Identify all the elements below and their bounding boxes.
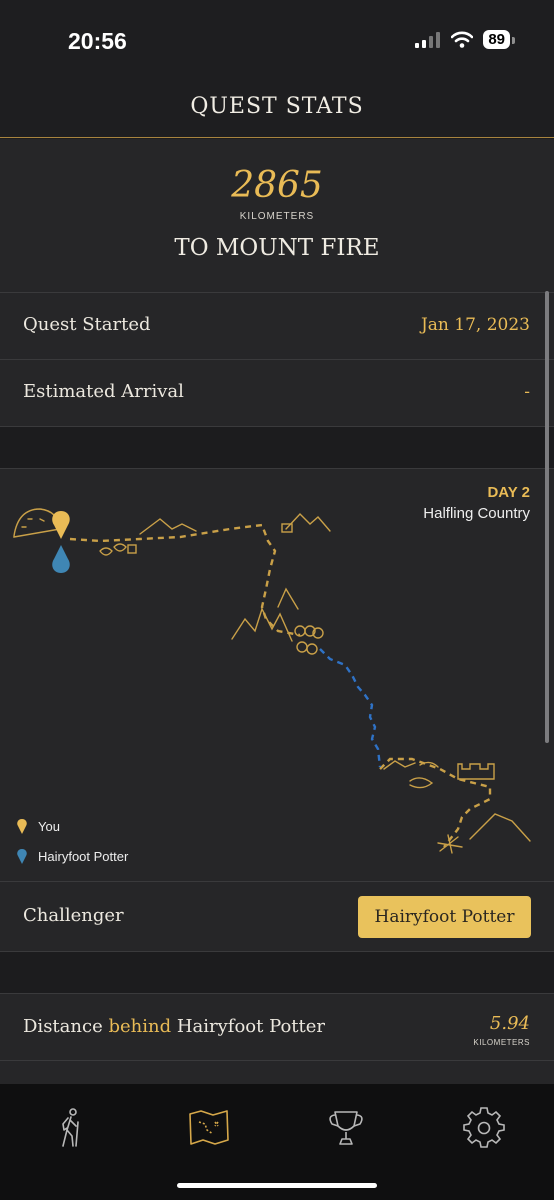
map-day: DAY 2 bbox=[487, 484, 530, 501]
distance-remaining: 2865 bbox=[231, 165, 323, 206]
section-gap-2 bbox=[0, 951, 554, 993]
distance-behind-label: Distance behind Hairyfoot Potter bbox=[23, 1016, 325, 1037]
quest-map[interactable]: DAY 2 Halfling Country You Hairyfoot Pot… bbox=[0, 468, 554, 881]
legend-item-challenger: Hairyfoot Potter bbox=[16, 848, 128, 865]
tab-bar bbox=[0, 1084, 554, 1200]
distance-behind-value: 5.94 bbox=[489, 1013, 530, 1034]
quest-started-row: Quest Started Jan 17, 2023 bbox=[0, 292, 554, 359]
yellow-pin-icon bbox=[17, 819, 27, 834]
challenger-pin bbox=[52, 545, 70, 573]
home-indicator bbox=[177, 1183, 377, 1188]
quest-started-value: Jan 17, 2023 bbox=[420, 315, 530, 335]
route-path-challenger bbox=[319, 648, 382, 768]
route-path-ahead bbox=[69, 523, 492, 848]
estimated-arrival-row: Estimated Arrival - bbox=[0, 359, 554, 426]
gear-icon bbox=[463, 1107, 505, 1148]
tab-settings[interactable] bbox=[460, 1104, 508, 1152]
trophy-icon bbox=[329, 1111, 363, 1145]
legend-label-you: You bbox=[38, 819, 60, 834]
status-icons: 89 bbox=[415, 30, 515, 49]
section-gap bbox=[0, 426, 554, 468]
status-time: 20:56 bbox=[68, 28, 127, 54]
map-icon bbox=[189, 1110, 229, 1145]
challenger-button[interactable]: Hairyfoot Potter bbox=[358, 896, 531, 938]
battery-indicator: 89 bbox=[483, 30, 515, 49]
destination-label: TO MOUNT FIRE bbox=[174, 235, 380, 261]
distance-emphasis: behind bbox=[108, 1016, 172, 1037]
next-row bbox=[0, 1060, 554, 1084]
castle bbox=[457, 763, 495, 780]
challenger-label: Challenger bbox=[23, 905, 124, 926]
header: QUEST STATS bbox=[0, 82, 554, 138]
quest-started-label: Quest Started bbox=[23, 314, 151, 335]
legend-label-challenger: Hairyfoot Potter bbox=[38, 849, 129, 864]
distance-prefix: Distance bbox=[23, 1016, 103, 1037]
hills bbox=[139, 518, 197, 535]
signal-icon bbox=[415, 31, 441, 48]
estimated-arrival-label: Estimated Arrival bbox=[23, 381, 184, 402]
tab-stats[interactable] bbox=[46, 1104, 94, 1152]
map-region: Halfling Country bbox=[423, 505, 530, 522]
tab-map[interactable] bbox=[185, 1104, 233, 1152]
route-map bbox=[13, 508, 531, 854]
mount-fire bbox=[469, 813, 531, 842]
estimated-arrival-value: - bbox=[524, 382, 530, 402]
scrollbar[interactable] bbox=[545, 291, 549, 743]
tab-trophies[interactable] bbox=[322, 1104, 370, 1152]
mountain-range bbox=[231, 607, 293, 642]
legend-item-you: You bbox=[16, 818, 60, 835]
scroll-content[interactable]: 2865 KILOMETERS TO MOUNT FIRE Quest Star… bbox=[0, 139, 554, 1084]
wifi-icon bbox=[451, 31, 474, 48]
blue-pin-icon bbox=[17, 849, 27, 864]
distance-behind-row: Distance behind Hairyfoot Potter 5.94 KI… bbox=[0, 993, 554, 1060]
hiker-icon bbox=[62, 1108, 79, 1147]
status-bar: 20:56 89 bbox=[0, 0, 554, 82]
challenger-row: Challenger Hairyfoot Potter bbox=[0, 881, 554, 951]
page-title: QUEST STATS bbox=[190, 94, 364, 119]
distance-to-destination: 2865 KILOMETERS TO MOUNT FIRE bbox=[0, 139, 554, 292]
challenger-name: Hairyfoot Potter bbox=[176, 1016, 326, 1037]
distance-unit: KILOMETERS bbox=[239, 211, 315, 222]
distance-behind-unit: KILOMETERS bbox=[473, 1038, 530, 1047]
you-pin bbox=[52, 511, 70, 539]
